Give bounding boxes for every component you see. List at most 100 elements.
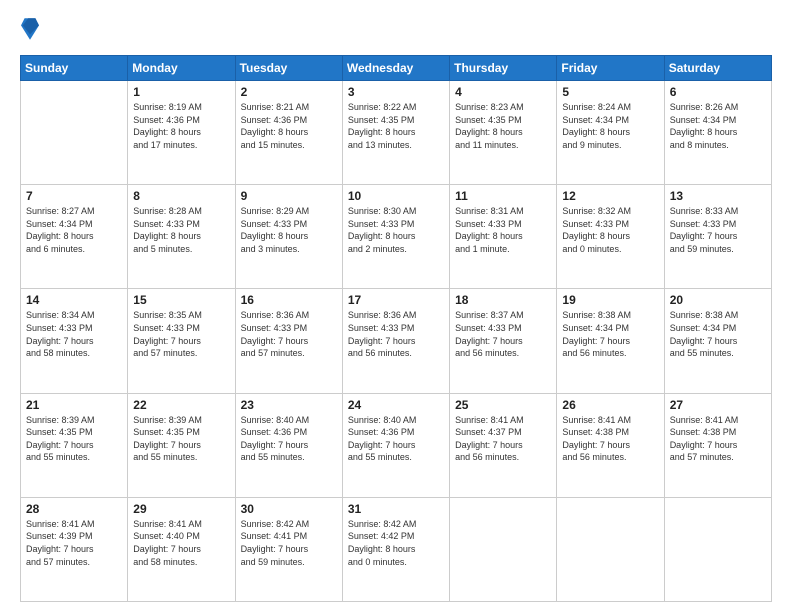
day-cell: 12 Sunrise: 8:32 AM Sunset: 4:33 PM Dayli…: [557, 185, 664, 289]
day-number: 27: [670, 398, 766, 412]
day-cell: 5 Sunrise: 8:24 AM Sunset: 4:34 PM Daylig…: [557, 81, 664, 185]
day-number: 13: [670, 189, 766, 203]
day-info: Sunrise: 8:38 AM Sunset: 4:34 PM Dayligh…: [670, 309, 766, 359]
day-info: Sunrise: 8:38 AM Sunset: 4:34 PM Dayligh…: [562, 309, 658, 359]
day-number: 30: [241, 502, 337, 516]
day-number: 19: [562, 293, 658, 307]
weekday-header-saturday: Saturday: [664, 56, 771, 81]
day-cell: 29 Sunrise: 8:41 AM Sunset: 4:40 PM Dayli…: [128, 497, 235, 601]
day-cell: 4 Sunrise: 8:23 AM Sunset: 4:35 PM Daylig…: [450, 81, 557, 185]
day-info: Sunrise: 8:34 AM Sunset: 4:33 PM Dayligh…: [26, 309, 122, 359]
day-cell: [450, 497, 557, 601]
week-row-4: 21 Sunrise: 8:39 AM Sunset: 4:35 PM Dayli…: [21, 393, 772, 497]
day-info: Sunrise: 8:26 AM Sunset: 4:34 PM Dayligh…: [670, 101, 766, 151]
day-info: Sunrise: 8:41 AM Sunset: 4:39 PM Dayligh…: [26, 518, 122, 568]
day-cell: [557, 497, 664, 601]
day-number: 22: [133, 398, 229, 412]
week-row-1: 1Sunrise: 8:19 AM Sunset: 4:36 PM Daylig…: [21, 81, 772, 185]
day-info: Sunrise: 8:21 AM Sunset: 4:36 PM Dayligh…: [241, 101, 337, 151]
day-number: 6: [670, 85, 766, 99]
day-info: Sunrise: 8:40 AM Sunset: 4:36 PM Dayligh…: [241, 414, 337, 464]
day-number: 10: [348, 189, 444, 203]
day-cell: 22 Sunrise: 8:39 AM Sunset: 4:35 PM Dayli…: [128, 393, 235, 497]
day-number: 15: [133, 293, 229, 307]
day-info: Sunrise: 8:37 AM Sunset: 4:33 PM Dayligh…: [455, 309, 551, 359]
day-number: 2: [241, 85, 337, 99]
week-row-3: 14 Sunrise: 8:34 AM Sunset: 4:33 PM Dayli…: [21, 289, 772, 393]
day-cell: [664, 497, 771, 601]
day-number: 17: [348, 293, 444, 307]
day-info: Sunrise: 8:41 AM Sunset: 4:38 PM Dayligh…: [562, 414, 658, 464]
day-number: 8: [133, 189, 229, 203]
logo-icon: [21, 18, 39, 40]
page: SundayMondayTuesdayWednesdayThursdayFrid…: [0, 0, 792, 612]
day-number: 7: [26, 189, 122, 203]
day-info: Sunrise: 8:23 AM Sunset: 4:35 PM Dayligh…: [455, 101, 551, 151]
day-cell: 14 Sunrise: 8:34 AM Sunset: 4:33 PM Dayli…: [21, 289, 128, 393]
day-cell: 19 Sunrise: 8:38 AM Sunset: 4:34 PM Dayli…: [557, 289, 664, 393]
day-cell: 7 Sunrise: 8:27 AM Sunset: 4:34 PM Daylig…: [21, 185, 128, 289]
day-number: 5: [562, 85, 658, 99]
day-number: 18: [455, 293, 551, 307]
day-cell: [21, 81, 128, 185]
logo: [20, 18, 43, 45]
weekday-header-thursday: Thursday: [450, 56, 557, 81]
day-info: Sunrise: 8:30 AM Sunset: 4:33 PM Dayligh…: [348, 205, 444, 255]
week-row-2: 7 Sunrise: 8:27 AM Sunset: 4:34 PM Daylig…: [21, 185, 772, 289]
day-info: Sunrise: 8:40 AM Sunset: 4:36 PM Dayligh…: [348, 414, 444, 464]
day-cell: 23Sunrise: 8:40 AM Sunset: 4:36 PM Dayli…: [235, 393, 342, 497]
day-info: Sunrise: 8:28 AM Sunset: 4:33 PM Dayligh…: [133, 205, 229, 255]
day-cell: 21 Sunrise: 8:39 AM Sunset: 4:35 PM Dayli…: [21, 393, 128, 497]
calendar-table: SundayMondayTuesdayWednesdayThursdayFrid…: [20, 55, 772, 602]
day-info: Sunrise: 8:24 AM Sunset: 4:34 PM Dayligh…: [562, 101, 658, 151]
day-cell: 28 Sunrise: 8:41 AM Sunset: 4:39 PM Dayli…: [21, 497, 128, 601]
week-row-5: 28 Sunrise: 8:41 AM Sunset: 4:39 PM Dayli…: [21, 497, 772, 601]
day-cell: 1Sunrise: 8:19 AM Sunset: 4:36 PM Daylig…: [128, 81, 235, 185]
day-number: 3: [348, 85, 444, 99]
day-cell: 9Sunrise: 8:29 AM Sunset: 4:33 PM Daylig…: [235, 185, 342, 289]
day-cell: 17Sunrise: 8:36 AM Sunset: 4:33 PM Dayli…: [342, 289, 449, 393]
day-info: Sunrise: 8:27 AM Sunset: 4:34 PM Dayligh…: [26, 205, 122, 255]
day-info: Sunrise: 8:31 AM Sunset: 4:33 PM Dayligh…: [455, 205, 551, 255]
day-number: 28: [26, 502, 122, 516]
day-number: 21: [26, 398, 122, 412]
day-cell: 16Sunrise: 8:36 AM Sunset: 4:33 PM Dayli…: [235, 289, 342, 393]
day-info: Sunrise: 8:39 AM Sunset: 4:35 PM Dayligh…: [26, 414, 122, 464]
weekday-header-tuesday: Tuesday: [235, 56, 342, 81]
day-number: 26: [562, 398, 658, 412]
day-info: Sunrise: 8:41 AM Sunset: 4:38 PM Dayligh…: [670, 414, 766, 464]
day-number: 20: [670, 293, 766, 307]
day-cell: 18 Sunrise: 8:37 AM Sunset: 4:33 PM Dayli…: [450, 289, 557, 393]
weekday-header-row: SundayMondayTuesdayWednesdayThursdayFrid…: [21, 56, 772, 81]
day-info: Sunrise: 8:32 AM Sunset: 4:33 PM Dayligh…: [562, 205, 658, 255]
day-number: 1: [133, 85, 229, 99]
day-info: Sunrise: 8:36 AM Sunset: 4:33 PM Dayligh…: [241, 309, 337, 359]
day-number: 24: [348, 398, 444, 412]
day-info: Sunrise: 8:35 AM Sunset: 4:33 PM Dayligh…: [133, 309, 229, 359]
weekday-header-sunday: Sunday: [21, 56, 128, 81]
weekday-header-wednesday: Wednesday: [342, 56, 449, 81]
day-cell: 2 Sunrise: 8:21 AM Sunset: 4:36 PM Daylig…: [235, 81, 342, 185]
day-cell: 27 Sunrise: 8:41 AM Sunset: 4:38 PM Dayli…: [664, 393, 771, 497]
day-cell: 11 Sunrise: 8:31 AM Sunset: 4:33 PM Dayli…: [450, 185, 557, 289]
day-info: Sunrise: 8:42 AM Sunset: 4:42 PM Dayligh…: [348, 518, 444, 568]
day-info: Sunrise: 8:39 AM Sunset: 4:35 PM Dayligh…: [133, 414, 229, 464]
day-number: 11: [455, 189, 551, 203]
day-number: 14: [26, 293, 122, 307]
day-number: 12: [562, 189, 658, 203]
day-number: 25: [455, 398, 551, 412]
day-number: 4: [455, 85, 551, 99]
day-cell: 30 Sunrise: 8:42 AM Sunset: 4:41 PM Dayli…: [235, 497, 342, 601]
day-number: 29: [133, 502, 229, 516]
day-number: 31: [348, 502, 444, 516]
day-info: Sunrise: 8:42 AM Sunset: 4:41 PM Dayligh…: [241, 518, 337, 568]
weekday-header-monday: Monday: [128, 56, 235, 81]
day-info: Sunrise: 8:41 AM Sunset: 4:40 PM Dayligh…: [133, 518, 229, 568]
day-cell: 10 Sunrise: 8:30 AM Sunset: 4:33 PM Dayli…: [342, 185, 449, 289]
day-cell: 31 Sunrise: 8:42 AM Sunset: 4:42 PM Dayli…: [342, 497, 449, 601]
day-cell: 6 Sunrise: 8:26 AM Sunset: 4:34 PM Daylig…: [664, 81, 771, 185]
day-cell: 25 Sunrise: 8:41 AM Sunset: 4:37 PM Dayli…: [450, 393, 557, 497]
day-cell: 15 Sunrise: 8:35 AM Sunset: 4:33 PM Dayli…: [128, 289, 235, 393]
day-cell: 13Sunrise: 8:33 AM Sunset: 4:33 PM Dayli…: [664, 185, 771, 289]
day-info: Sunrise: 8:41 AM Sunset: 4:37 PM Dayligh…: [455, 414, 551, 464]
